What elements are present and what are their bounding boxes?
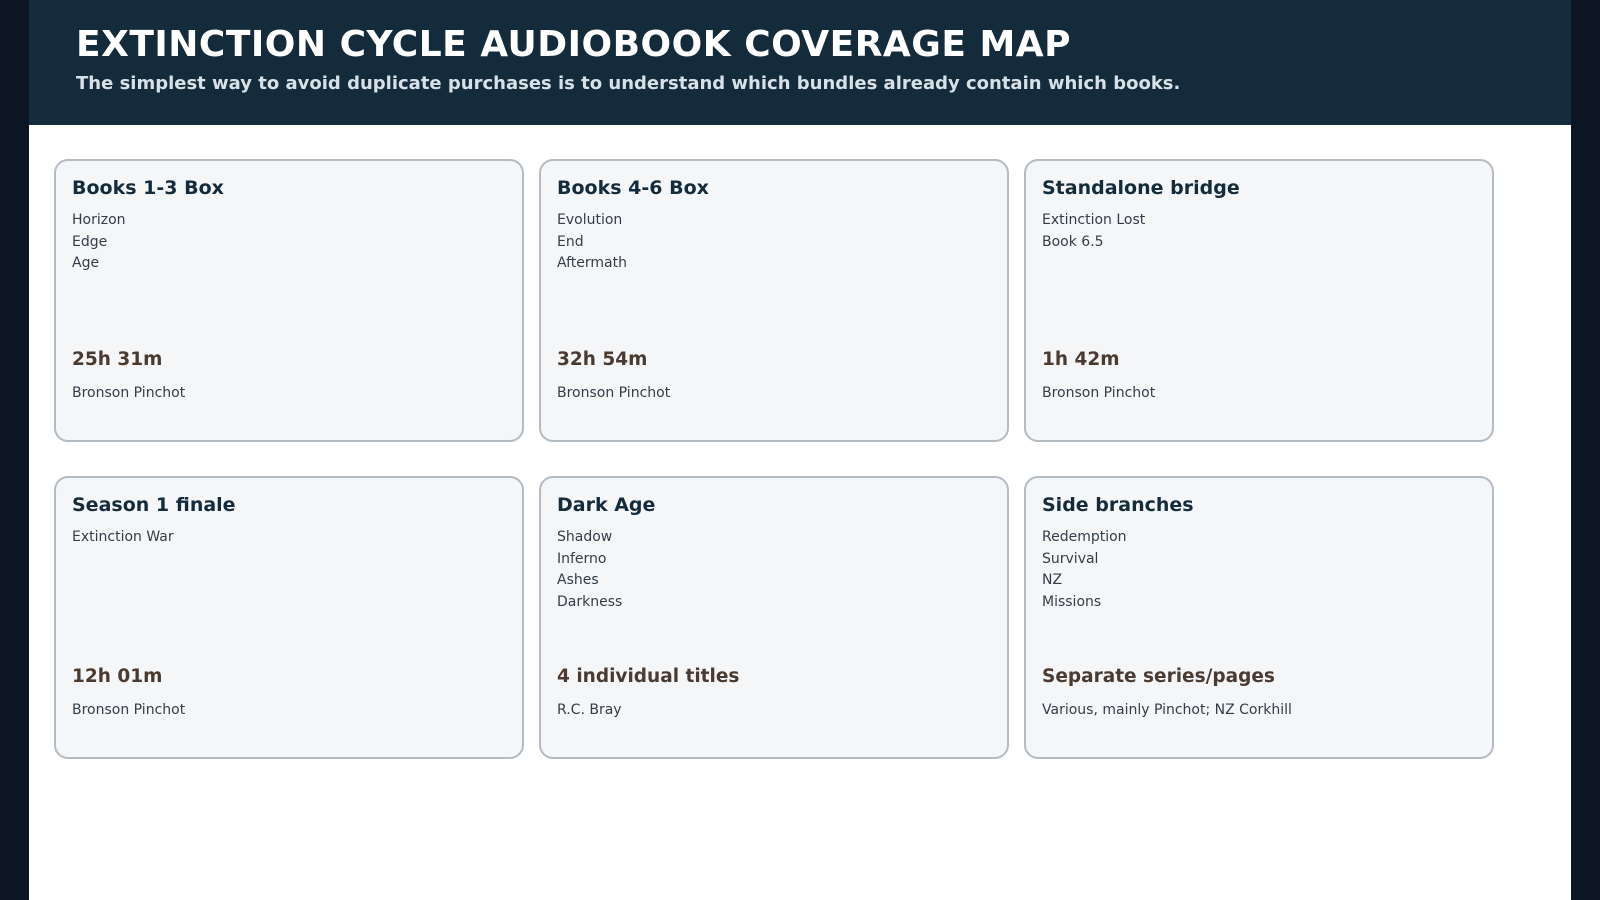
card-duration: 32h 54m (557, 349, 648, 370)
card-narrator: Bronson Pinchot (557, 385, 671, 401)
book-list: Extinction War (72, 527, 506, 549)
card-title: Side branches (1042, 494, 1194, 516)
book-item: Inferno (557, 550, 607, 567)
book-item: Aftermath (557, 255, 627, 271)
book-list: Extinction Lost Book 6.5 (1042, 210, 1476, 253)
card-title: Dark Age (557, 494, 656, 516)
card-title: Season 1 finale (72, 494, 236, 516)
book-item: Book 6.5 (1042, 233, 1104, 250)
book-item: End (557, 233, 584, 250)
book-item: Ashes (557, 572, 599, 588)
page-title: EXTINCTION CYCLE AUDIOBOOK COVERAGE MAP (76, 24, 1072, 65)
book-list: Redemption Survival NZ Missions (1042, 527, 1476, 613)
card-narrator: Various, mainly Pinchot; NZ Corkhill (1042, 702, 1292, 718)
book-item: Missions (1042, 593, 1102, 610)
card-duration: 12h 01m (72, 666, 163, 687)
book-list: Evolution End Aftermath (557, 210, 991, 275)
card-duration: 4 individual titles (557, 666, 740, 687)
card-narrator: Bronson Pinchot (1042, 385, 1156, 401)
bundle-card: Side branches Redemption Survival NZ Mis… (1024, 476, 1494, 759)
book-item: Extinction War (72, 529, 174, 545)
book-item: Redemption (1042, 529, 1127, 545)
bundle-card-grid: Books 1-3 Box Horizon Edge Age 25h 31m B… (54, 159, 1494, 759)
book-list: Horizon Edge Age (72, 210, 506, 275)
book-item: Horizon (72, 212, 126, 228)
card-narrator: R.C. Bray (557, 702, 622, 718)
bundle-card: Season 1 finale Extinction War 12h 01m B… (54, 476, 524, 759)
bundle-card: Books 1-3 Box Horizon Edge Age 25h 31m B… (54, 159, 524, 442)
book-item: NZ (1042, 572, 1063, 588)
card-title: Books 4-6 Box (557, 177, 709, 199)
card-narrator: Bronson Pinchot (72, 702, 186, 718)
bundle-card: Dark Age Shadow Inferno Ashes Darkness 4… (539, 476, 1009, 759)
book-item: Darkness (557, 593, 623, 610)
header-banner: EXTINCTION CYCLE AUDIOBOOK COVERAGE MAP … (29, 0, 1571, 125)
book-list: Shadow Inferno Ashes Darkness (557, 527, 991, 613)
card-duration: 1h 42m (1042, 349, 1120, 370)
book-item: Age (72, 255, 100, 271)
book-item: Edge (72, 233, 108, 250)
card-duration: 25h 31m (72, 349, 163, 370)
card-title: Books 1-3 Box (72, 177, 224, 199)
book-item: Extinction Lost (1042, 212, 1146, 228)
card-title: Standalone bridge (1042, 177, 1240, 199)
bundle-card: Books 4-6 Box Evolution End Aftermath 32… (539, 159, 1009, 442)
bundle-card: Standalone bridge Extinction Lost Book 6… (1024, 159, 1494, 442)
card-narrator: Bronson Pinchot (72, 385, 186, 401)
book-item: Shadow (557, 529, 613, 545)
page-subtitle: The simplest way to avoid duplicate purc… (76, 73, 1181, 94)
page: EXTINCTION CYCLE AUDIOBOOK COVERAGE MAP … (29, 0, 1571, 900)
book-item: Survival (1042, 550, 1099, 567)
card-duration: Separate series/pages (1042, 666, 1275, 687)
book-item: Evolution (557, 212, 623, 228)
